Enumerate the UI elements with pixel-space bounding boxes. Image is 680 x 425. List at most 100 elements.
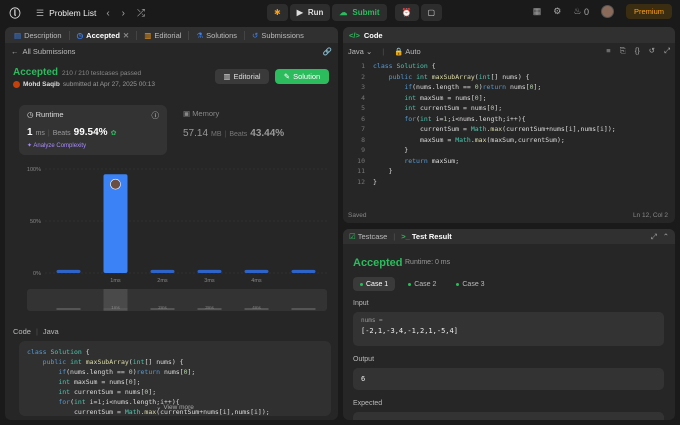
runtime-card[interactable]: ◷ Runtime ⓘ 1 ms | Beats 99.54% ✿ ✦ Analy… (19, 105, 167, 155)
celebration-icon: ✿ (110, 130, 117, 137)
tab-accepted[interactable]: ◷ Accepted ✕ (74, 31, 133, 40)
solution-button[interactable]: ✎ Solution (275, 69, 329, 84)
tab-editorial[interactable]: ▥ Editorial (141, 31, 184, 40)
view-more-button[interactable]: ⌄ View more (19, 403, 331, 413)
avatar[interactable] (600, 5, 614, 18)
submit-button[interactable]: ☁ Submit (332, 4, 387, 21)
runtime-beats: 99.54% (73, 127, 108, 138)
memory-card[interactable]: ▣ Memory 57.14 MB | Beats 43.44% (183, 109, 323, 139)
line-number: 4 (361, 93, 365, 102)
x-tick-label: 2ms (157, 278, 168, 284)
test-result-label: Test Result (411, 232, 452, 241)
shuffle-icon[interactable]: ⤮ (137, 8, 145, 19)
auto-mode-toggle[interactable]: 🔒 Auto (394, 47, 420, 56)
tab-label: Solutions (206, 30, 238, 40)
tab-testcase[interactable]: ☑ Testcase (349, 232, 387, 241)
view-more-label: View more (163, 404, 194, 411)
bar (291, 269, 316, 273)
run-button[interactable]: ▶ Run (289, 4, 331, 21)
user-avatar (13, 81, 20, 88)
x-tick-label: 1ms (110, 278, 121, 284)
case-label: Case 2 (414, 280, 437, 288)
book-icon: ▥ (144, 30, 152, 40)
runtime-distribution-chart[interactable]: 100% 50% 0% 1ms 2ms 3ms 4ms 1ms 2ms 3ms 4ms (19, 165, 331, 315)
edit-icon: ✎ (283, 72, 291, 81)
run-submit-group: ✱ ▶ Run ☁ Submit ⏰ ▢ (267, 4, 443, 21)
bar (244, 269, 269, 273)
run-label: Run (307, 8, 324, 17)
line-number: 12 (357, 177, 365, 186)
runtime-label: Runtime (35, 110, 64, 119)
notes-button[interactable]: ▢ (420, 4, 443, 21)
language-select[interactable]: Java ⌄ (348, 47, 372, 56)
line-number: 3 (361, 83, 365, 91)
input-var: nums = (361, 317, 383, 324)
streak-counter[interactable]: ♨ 0 (573, 6, 589, 17)
info-icon[interactable]: ⓘ (152, 110, 160, 121)
flask-icon: ⚗ (196, 30, 204, 40)
test-runtime: Runtime: 0 ms (405, 259, 451, 266)
memory-label: Memory (192, 109, 220, 118)
settings-gear-icon[interactable]: ⚙ (553, 6, 561, 17)
format-icon[interactable]: ≡ (606, 46, 610, 56)
code-line: } (373, 146, 409, 154)
bookmark-icon[interactable]: ⎘ (620, 46, 626, 56)
code-editor-panel: </> Code Java ⌄ | 🔒 Auto ≡ ⎘ {} ↺ ⤢ 1 clas… (343, 27, 675, 223)
expand-icon[interactable]: ⤢ (651, 232, 657, 242)
submitter-info: Mohd Saqib submitted at Apr 27, 2025 00:… (13, 81, 155, 88)
code-editor[interactable]: 1 class Solution {2 public int maxSubArra… (343, 61, 675, 201)
y-tick-label: 100% (27, 167, 41, 173)
line-number: 2 (361, 72, 365, 81)
case-2-tab[interactable]: Case 2 (401, 277, 443, 291)
all-submissions-link[interactable]: ← All Submissions (11, 47, 75, 56)
problem-list-label: Problem List (49, 8, 97, 18)
tab-solutions[interactable]: ⚗ Solutions (193, 31, 240, 40)
prev-problem-icon[interactable]: ‹ (106, 8, 109, 19)
case-3-tab[interactable]: Case 3 (449, 277, 491, 291)
leetcode-logo[interactable]: ⓛ (8, 6, 22, 20)
beats-label: Beats (52, 130, 71, 137)
editorial-button[interactable]: ▥ Editorial (215, 69, 269, 84)
checkbox-icon: ☑ (349, 232, 356, 241)
collapse-icon[interactable]: ⌃ (663, 232, 669, 241)
tab-description[interactable]: ▤ Description (11, 31, 65, 40)
code-line: for(int i=1;i<nums.length;i++){ (404, 114, 526, 123)
timer-button[interactable]: ⏰ (394, 4, 419, 21)
reset-icon[interactable]: ↺ (649, 46, 655, 56)
share-link-icon[interactable]: 🔗 (323, 47, 332, 56)
range-brush (27, 289, 327, 311)
debug-button[interactable]: ✱ (267, 4, 288, 21)
terminal-icon: >_ (401, 232, 410, 241)
code-line: int currentSum = nums[0]; (404, 104, 503, 112)
clock-icon: ◷ (27, 110, 34, 119)
tab-test-result[interactable]: >_ Test Result (401, 232, 452, 241)
user-name[interactable]: Mohd Saqib (23, 81, 60, 88)
code-header: Code | Java (13, 327, 59, 336)
line-number: 6 (361, 114, 365, 123)
output-value: 6 (361, 375, 366, 383)
input-box: nums = [-2,1,-3,4,-1,2,1,-5,4] (353, 312, 664, 346)
code-label: Code (13, 327, 31, 336)
saved-status: Saved (348, 212, 367, 219)
tab-submissions[interactable]: ↺ Submissions (249, 31, 307, 40)
braces-icon[interactable]: {} (635, 46, 640, 56)
output-label: Output (353, 356, 375, 363)
problem-list-button[interactable]: ☰ Problem List (36, 8, 96, 19)
case-label: Case 3 (462, 280, 485, 288)
code-panel-header: </> Code (343, 27, 675, 43)
analyze-complexity-link[interactable]: ✦ Analyze Complexity (27, 142, 159, 149)
case-1-tab[interactable]: Case 1 (353, 277, 396, 291)
close-icon[interactable]: ✕ (123, 31, 129, 40)
sparkle-icon: ✦ (27, 143, 33, 149)
alarm-icon: ⏰ (401, 8, 412, 17)
code-line: class Solution { (373, 62, 436, 70)
layout-icon[interactable]: ▦ (533, 6, 542, 17)
line-number: 5 (361, 104, 365, 112)
back-arrow-icon: ← (11, 46, 19, 56)
memory-beats: 43.44% (250, 128, 285, 139)
user-marker-avatar (110, 178, 121, 190)
next-problem-icon[interactable]: › (122, 8, 125, 19)
premium-button[interactable]: Premium (625, 4, 672, 19)
memory-value: 57.14 (183, 128, 209, 139)
fullscreen-icon[interactable]: ⤢ (664, 46, 670, 56)
